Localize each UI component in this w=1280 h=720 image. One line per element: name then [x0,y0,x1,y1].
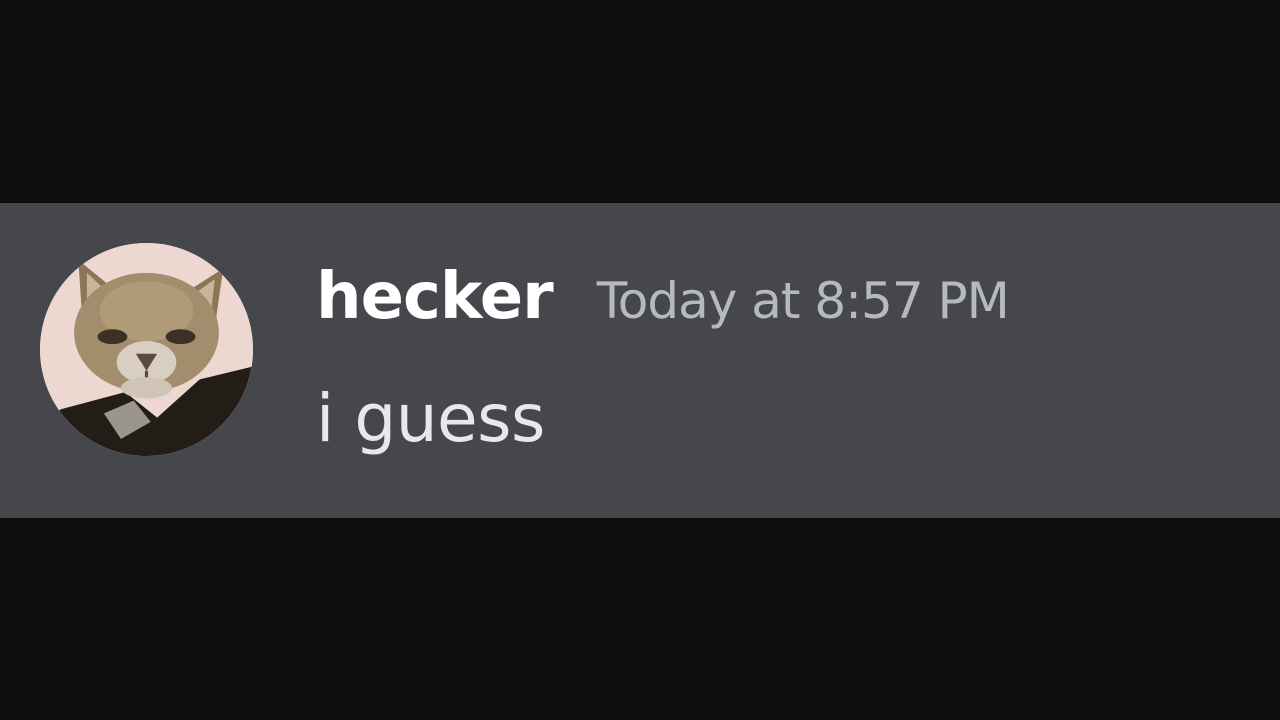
message-header: hecker Today at 8:57 PM [316,259,1010,335]
cat-avatar-icon [40,243,253,456]
chat-message[interactable]: hecker Today at 8:57 PM i guess [0,203,1280,518]
avatar[interactable] [40,243,253,456]
screen: hecker Today at 8:57 PM i guess [0,0,1280,720]
message-content: i guess [316,380,545,457]
timestamp: Today at 8:57 PM [596,272,1010,330]
username[interactable]: hecker [316,259,554,335]
